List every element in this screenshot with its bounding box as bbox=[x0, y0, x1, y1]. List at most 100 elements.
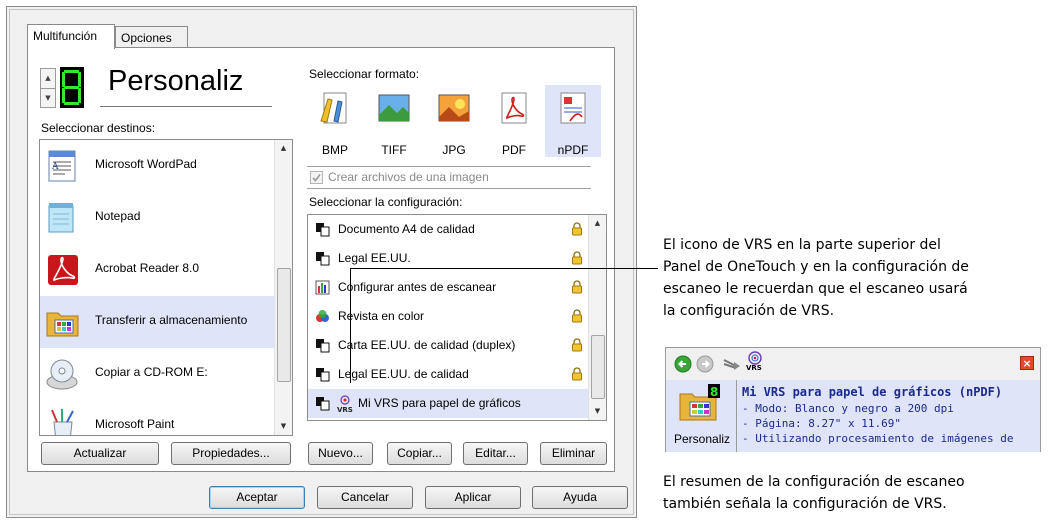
scroll-down-icon[interactable]: ▼ bbox=[589, 403, 606, 420]
list-item[interactable]: VRS Mi VRS para papel de gráficos bbox=[308, 389, 589, 418]
note-line: Panel de OneTouch y en la configuración … bbox=[663, 259, 969, 275]
list-item[interactable]: Transferir a almacenamiento bbox=[40, 296, 276, 348]
pdf-icon bbox=[501, 92, 527, 124]
edit-button[interactable]: Editar... bbox=[463, 442, 528, 465]
copy-button[interactable]: Copiar... bbox=[387, 442, 452, 465]
list-item[interactable]: Notepad bbox=[40, 192, 276, 244]
profile-name: Personaliz bbox=[108, 65, 244, 97]
svg-text:A: A bbox=[51, 162, 59, 172]
format-label: PDF bbox=[502, 143, 526, 157]
lock-icon bbox=[572, 280, 582, 294]
lock-icon bbox=[572, 367, 582, 381]
single-image-checkbox[interactable] bbox=[310, 171, 323, 184]
vrs-icon: VRS bbox=[337, 395, 353, 414]
scroll-up-icon[interactable]: ▲ bbox=[275, 140, 292, 157]
apply-button[interactable]: Aplicar bbox=[425, 486, 521, 509]
config-label: Carta EE.UU. de calidad (duplex) bbox=[338, 338, 516, 352]
formats-label: Seleccionar formato: bbox=[309, 67, 420, 81]
refresh-button[interactable]: Actualizar bbox=[41, 442, 159, 465]
scan-summary-panel: VRS × 8 Personaliz Mi VRS para papel de … bbox=[665, 347, 1041, 452]
format-npdf[interactable]: nPDF bbox=[545, 85, 601, 157]
callout-line bbox=[350, 268, 351, 383]
vrs-icon bbox=[748, 351, 762, 365]
list-item[interactable]: Acrobat Reader 8.0 bbox=[40, 244, 276, 296]
note-line: también señala la configuración de VRS. bbox=[663, 496, 947, 512]
format-label: JPG bbox=[442, 143, 466, 157]
config-scrollbar[interactable]: ▲ ▼ bbox=[588, 215, 606, 420]
close-icon[interactable]: × bbox=[1020, 356, 1034, 370]
spin-down-icon[interactable]: ▼ bbox=[41, 89, 55, 108]
list-item[interactable]: A Microsoft WordPad bbox=[40, 140, 276, 192]
note-line: la configuración de VRS. bbox=[663, 303, 835, 319]
list-item-label: Transferir a almacenamiento bbox=[95, 313, 248, 327]
npdf-icon bbox=[560, 92, 586, 124]
scan-config-icon bbox=[316, 397, 330, 411]
config-list[interactable]: Documento A4 de calidad Legal EE.UU. Con… bbox=[307, 214, 607, 421]
summary-line: - Modo: Blanco y negro a 200 dpi bbox=[742, 402, 954, 415]
jpg-icon bbox=[438, 94, 470, 122]
list-item-label: Acrobat Reader 8.0 bbox=[95, 261, 200, 275]
notepad-icon bbox=[48, 203, 74, 233]
summary-line: - Página: 8.27" x 11.69" bbox=[742, 417, 901, 430]
destinations-list[interactable]: A Microsoft WordPad Notepad Acrobat Read… bbox=[39, 139, 293, 436]
list-item[interactable]: Copiar a CD-ROM E: bbox=[40, 348, 276, 400]
storage-folder-icon bbox=[46, 312, 79, 337]
help-button[interactable]: Ayuda bbox=[532, 486, 628, 509]
format-label: BMP bbox=[321, 143, 348, 157]
delete-button[interactable]: Eliminar bbox=[540, 442, 607, 465]
svg-text:VRS: VRS bbox=[337, 406, 353, 414]
format-jpg[interactable]: JPG bbox=[426, 85, 482, 157]
vrs-badge: VRS bbox=[746, 364, 762, 372]
scroll-down-icon[interactable]: ▼ bbox=[275, 418, 292, 435]
scroll-thumb[interactable] bbox=[277, 268, 291, 382]
list-item[interactable]: Microsoft Paint bbox=[40, 400, 276, 435]
formats-divider bbox=[307, 166, 591, 167]
callout-line bbox=[350, 268, 658, 269]
scroll-thumb[interactable] bbox=[591, 335, 605, 399]
format-tiff[interactable]: TIFF bbox=[366, 85, 422, 157]
cancel-button[interactable]: Cancelar bbox=[317, 486, 413, 509]
note-line: El resumen de la configuración de escane… bbox=[663, 474, 965, 490]
note-line: El icono de VRS en la parte superior del bbox=[663, 237, 941, 253]
format-label: nPDF bbox=[557, 143, 589, 157]
scan-config-icon bbox=[316, 252, 330, 266]
list-item-label: Microsoft Paint bbox=[95, 417, 175, 431]
scroll-up-icon[interactable]: ▲ bbox=[589, 215, 606, 232]
ok-button[interactable]: Aceptar bbox=[209, 486, 305, 509]
config-label: Legal EE.UU. bbox=[338, 251, 411, 265]
scan-config-icon bbox=[316, 223, 330, 237]
tab-opciones[interactable]: Opciones bbox=[115, 26, 188, 48]
list-item-label: Notepad bbox=[95, 209, 141, 223]
format-pdf[interactable]: PDF bbox=[486, 85, 542, 157]
lock-icon bbox=[572, 309, 582, 323]
spin-up-icon[interactable]: ▲ bbox=[41, 69, 55, 89]
destinations-scrollbar[interactable]: ▲ ▼ bbox=[274, 140, 292, 435]
configure-icon bbox=[315, 280, 330, 295]
list-item[interactable]: Documento A4 de calidad bbox=[308, 215, 589, 244]
list-item-label: Microsoft WordPad bbox=[95, 157, 197, 171]
summary-title: Mi VRS para papel de gráficos (nPDF) bbox=[742, 385, 1003, 399]
bmp-icon bbox=[320, 92, 347, 124]
paint-icon bbox=[51, 409, 74, 435]
wordpad-icon: A bbox=[48, 150, 76, 182]
properties-button[interactable]: Propiedades... bbox=[171, 442, 291, 465]
summary-line: - Utilizando procesamiento de imágenes d… bbox=[742, 432, 1014, 445]
configs-label: Seleccionar la configuración: bbox=[309, 195, 463, 209]
tiff-icon bbox=[378, 94, 410, 122]
scan-config-icon bbox=[316, 368, 330, 382]
scan-config-icon bbox=[316, 339, 330, 353]
back-arrow-icon[interactable] bbox=[674, 355, 692, 373]
profile-spinner[interactable]: ▲ ▼ bbox=[40, 68, 56, 108]
config-label: Documento A4 de calidad bbox=[338, 222, 475, 236]
tab-multifuncion[interactable]: Multifunción bbox=[27, 24, 115, 49]
config-label: Configurar antes de escanear bbox=[338, 280, 497, 294]
new-button[interactable]: Nuevo... bbox=[308, 442, 373, 465]
scanner-icon bbox=[723, 359, 740, 370]
forward-arrow-icon[interactable] bbox=[696, 355, 714, 373]
profile-digit-display bbox=[60, 67, 84, 108]
checkmark-icon bbox=[312, 174, 321, 182]
format-bmp[interactable]: BMP bbox=[307, 85, 363, 157]
profile-underline bbox=[100, 106, 272, 107]
config-divider bbox=[307, 188, 591, 189]
storage-folder-icon: 8 bbox=[679, 384, 720, 421]
